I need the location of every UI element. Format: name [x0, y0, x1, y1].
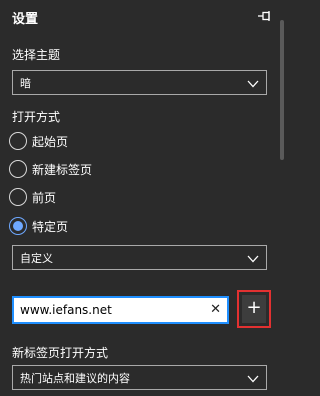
chevron-down-icon	[247, 80, 259, 88]
clear-icon[interactable]: ✕	[210, 302, 221, 318]
panel-title: 设置	[12, 12, 39, 27]
url-field[interactable]: ✕	[12, 296, 229, 324]
url-input[interactable]	[20, 301, 200, 319]
chevron-down-icon	[247, 255, 259, 263]
specific-page-value: 自定义	[20, 252, 53, 265]
plus-icon: +	[246, 297, 262, 318]
radio-previous-page[interactable]	[9, 188, 27, 206]
radio-label-start-page: 起始页	[32, 135, 69, 149]
settings-panel: 设置 选择主题 暗 打开方式 起始页 新建标签页 前页 特定页 自定义 ✕ + …	[0, 0, 275, 396]
open-with-label: 打开方式	[12, 110, 61, 124]
theme-value: 暗	[20, 77, 31, 90]
theme-label: 选择主题	[12, 48, 61, 62]
new-tab-label: 新标签页打开方式	[12, 346, 109, 360]
radio-new-tab[interactable]	[9, 160, 27, 178]
theme-dropdown[interactable]: 暗	[12, 70, 267, 95]
scrollbar[interactable]	[275, 0, 287, 396]
radio-label-previous-page: 前页	[32, 191, 57, 205]
scroll-thumb[interactable]	[280, 20, 284, 160]
radio-start-page[interactable]	[9, 132, 27, 150]
specific-page-dropdown[interactable]: 自定义	[12, 245, 267, 270]
add-page-button[interactable]: +	[237, 290, 271, 328]
radio-label-new-tab: 新建标签页	[32, 163, 93, 177]
radio-specific-page[interactable]	[9, 217, 27, 235]
chevron-down-icon	[247, 375, 259, 383]
new-tab-dropdown[interactable]: 热门站点和建议的内容	[12, 365, 267, 390]
radio-label-specific-page: 特定页	[32, 220, 69, 234]
add-button-face: +	[242, 295, 266, 323]
pin-icon[interactable]	[257, 9, 273, 23]
new-tab-value: 热门站点和建议的内容	[20, 372, 130, 385]
